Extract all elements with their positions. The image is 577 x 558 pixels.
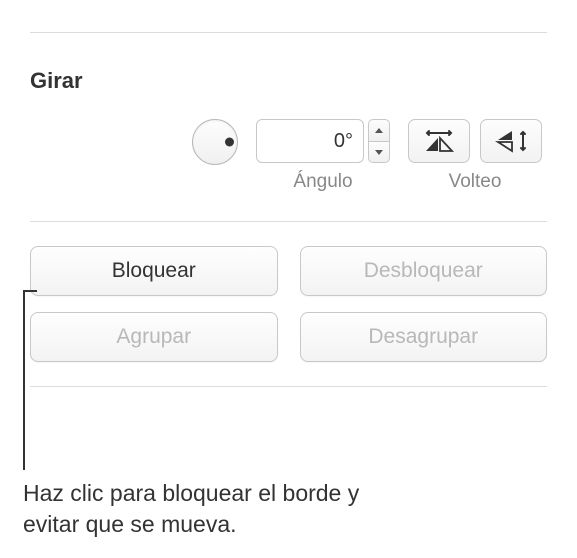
flip-group: Volteo — [408, 119, 542, 193]
flip-vertical-button[interactable] — [480, 119, 542, 163]
angle-stepper — [368, 119, 390, 163]
angle-input-wrap — [256, 119, 390, 163]
stepper-down-button[interactable] — [368, 141, 390, 163]
flip-buttons — [408, 119, 542, 163]
flip-label: Volteo — [449, 171, 502, 193]
callout-line — [23, 290, 25, 470]
flip-horizontal-button[interactable] — [408, 119, 470, 163]
section-title-rotate: Girar — [30, 68, 547, 94]
angle-label: Ángulo — [293, 171, 352, 193]
group-button: Agrupar — [30, 312, 278, 362]
format-panel: Girar Ángulo — [0, 0, 577, 407]
lock-button[interactable]: Bloquear — [30, 246, 278, 296]
angle-input[interactable] — [256, 119, 364, 163]
chevron-up-icon — [374, 127, 384, 135]
divider — [30, 386, 547, 387]
flip-vertical-icon — [495, 129, 527, 153]
divider — [30, 221, 547, 222]
rotate-controls: Ángulo Volt — [30, 119, 547, 193]
flip-horizontal-icon — [423, 129, 455, 153]
ungroup-button: Desagrupar — [300, 312, 548, 362]
chevron-down-icon — [374, 148, 384, 156]
action-button-grid: Bloquear Desbloquear Agrupar Desagrupar — [30, 246, 547, 362]
stepper-up-button[interactable] — [368, 119, 390, 141]
rotate-dial-group — [192, 119, 238, 165]
unlock-button: Desbloquear — [300, 246, 548, 296]
angle-group: Ángulo — [256, 119, 390, 193]
callout-text: Haz clic para bloquear el borde y evitar… — [23, 478, 363, 540]
divider — [30, 32, 547, 33]
rotate-dial[interactable] — [192, 119, 238, 165]
